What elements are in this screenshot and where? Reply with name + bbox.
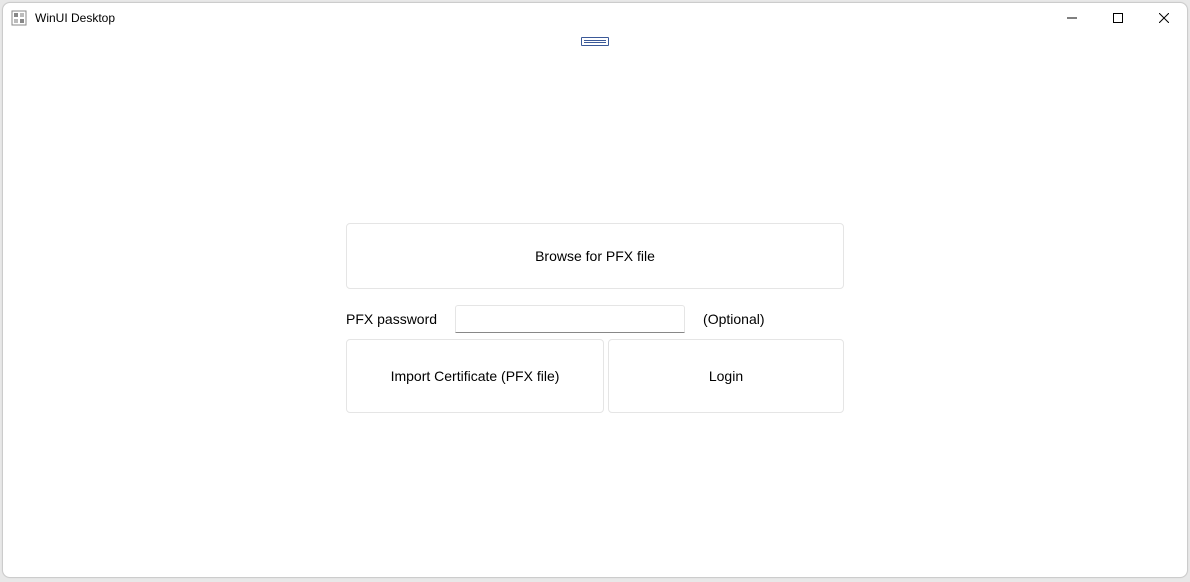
action-buttons: Import Certificate (PFX file) Login [346, 339, 844, 413]
login-button[interactable]: Login [608, 339, 844, 413]
import-certificate-label: Import Certificate (PFX file) [391, 368, 560, 384]
browse-pfx-label: Browse for PFX file [535, 248, 655, 264]
minimize-icon [1067, 13, 1077, 23]
import-certificate-button[interactable]: Import Certificate (PFX file) [346, 339, 604, 413]
login-label: Login [709, 368, 743, 384]
app-window: WinUI Desktop [2, 2, 1188, 578]
pfx-password-input[interactable] [455, 305, 685, 333]
titlebar: WinUI Desktop [3, 3, 1187, 33]
browse-pfx-button[interactable]: Browse for PFX file [346, 223, 844, 289]
password-label: PFX password [346, 311, 437, 327]
close-icon [1159, 13, 1169, 23]
minimize-button[interactable] [1049, 3, 1095, 33]
content-area: Browse for PFX file PFX password (Option… [3, 33, 1187, 577]
optional-label: (Optional) [703, 311, 764, 327]
window-title: WinUI Desktop [35, 11, 1049, 25]
close-button[interactable] [1141, 3, 1187, 33]
maximize-icon [1113, 13, 1123, 23]
password-row: PFX password (Optional) [346, 305, 844, 333]
maximize-button[interactable] [1095, 3, 1141, 33]
window-controls [1049, 3, 1187, 33]
app-icon [11, 10, 27, 26]
progress-indicator [581, 37, 609, 46]
login-form: Browse for PFX file PFX password (Option… [346, 223, 844, 413]
